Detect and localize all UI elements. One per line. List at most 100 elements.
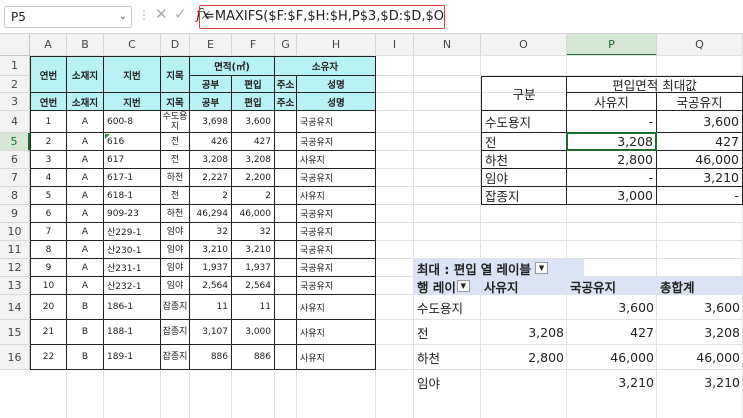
column-header-n[interactable]: N — [414, 34, 481, 56]
row-header-14[interactable]: 14 — [0, 295, 30, 320]
row-header-9[interactable]: 9 — [0, 205, 30, 223]
more-options-icon[interactable]: ⋮ — [138, 8, 150, 22]
table-cell[interactable]: 산231-1 — [104, 259, 161, 277]
name-box[interactable]: P5 ⌄ — [4, 6, 132, 28]
table-cell[interactable]: 국공유지 — [297, 259, 376, 277]
column-header-p[interactable]: P — [567, 34, 657, 56]
table-cell[interactable]: 617-1 — [104, 169, 161, 187]
table-cell[interactable]: B — [67, 295, 104, 320]
table-cell[interactable]: 사유지 — [297, 345, 376, 370]
table-cell[interactable]: 임야 — [161, 223, 190, 241]
column-header-i[interactable]: I — [376, 34, 414, 56]
table-cell[interactable]: 국공유지 — [297, 277, 376, 295]
cancel-icon[interactable]: ✕ — [155, 5, 168, 23]
table-cell[interactable]: 사유지 — [297, 295, 376, 320]
table-cell[interactable]: 4 — [30, 169, 67, 187]
table-cell[interactable]: 국공유지 — [297, 241, 376, 259]
summary-cell[interactable]: - — [567, 111, 657, 133]
row-header-10[interactable]: 10 — [0, 223, 30, 241]
row-header-11[interactable]: 11 — [0, 241, 30, 259]
row-header-12[interactable]: 12 — [0, 259, 30, 277]
table-cell[interactable] — [275, 169, 297, 187]
summary-cell[interactable]: 3,210 — [657, 169, 743, 187]
table-cell[interactable]: 32 — [232, 223, 275, 241]
chevron-down-icon[interactable]: ⌄ — [119, 7, 127, 27]
row-header-1[interactable]: 1 — [0, 56, 30, 76]
table-cell[interactable]: 2,200 — [232, 169, 275, 187]
table-cell[interactable]: 2 — [30, 133, 67, 151]
column-header-q[interactable]: Q — [657, 34, 743, 56]
column-header-e[interactable]: E — [190, 34, 232, 56]
table-cell[interactable]: B — [67, 320, 104, 345]
table-cell[interactable]: 600-8 — [104, 111, 161, 133]
table-cell[interactable]: 22 — [30, 345, 67, 370]
table-cell[interactable]: 6 — [30, 205, 67, 223]
table-cell[interactable] — [275, 241, 297, 259]
table-cell[interactable]: 국공유지 — [297, 223, 376, 241]
table-cell[interactable]: 3,210 — [232, 241, 275, 259]
table-cell[interactable]: 국공유지 — [297, 133, 376, 151]
table-cell[interactable]: 7 — [30, 223, 67, 241]
table-cell[interactable] — [275, 151, 297, 169]
table-cell[interactable]: 20 — [30, 295, 67, 320]
table-cell[interactable]: 618-1 — [104, 187, 161, 205]
row-header-5[interactable]: 5 — [0, 133, 30, 151]
summary-cell[interactable]: - — [567, 169, 657, 187]
table-cell[interactable]: 임야 — [161, 259, 190, 277]
table-cell[interactable] — [275, 223, 297, 241]
table-cell[interactable]: 잡종지 — [161, 320, 190, 345]
summary-cell[interactable]: 3,600 — [657, 111, 743, 133]
table-cell[interactable]: 하천 — [161, 169, 190, 187]
table-cell[interactable]: 하천 — [161, 205, 190, 223]
table-cell[interactable]: 186-1 — [104, 295, 161, 320]
table-cell[interactable]: 국공유지 — [297, 169, 376, 187]
table-cell[interactable]: 11 — [232, 295, 275, 320]
table-cell[interactable]: 사유지 — [297, 151, 376, 169]
table-cell[interactable]: 2,227 — [190, 169, 232, 187]
pivot-cell[interactable]: 427 — [567, 320, 657, 345]
table-cell[interactable]: 3,208 — [190, 151, 232, 169]
summary-cell[interactable]: 3,000 — [567, 187, 657, 205]
table-cell[interactable]: 616 — [104, 133, 161, 151]
table-cell[interactable]: 임야 — [161, 277, 190, 295]
column-header-f[interactable]: F — [232, 34, 275, 56]
row-header-7[interactable]: 7 — [0, 169, 30, 187]
table-cell[interactable]: 1,937 — [190, 259, 232, 277]
table-cell[interactable]: 3,210 — [190, 241, 232, 259]
table-cell[interactable]: A — [67, 111, 104, 133]
table-cell[interactable]: 3 — [30, 151, 67, 169]
table-cell[interactable]: A — [67, 169, 104, 187]
table-cell[interactable] — [275, 259, 297, 277]
table-cell[interactable]: 32 — [190, 223, 232, 241]
table-cell[interactable] — [275, 277, 297, 295]
table-cell[interactable]: 188-1 — [104, 320, 161, 345]
row-header-2[interactable]: 2 — [0, 76, 30, 93]
table-cell[interactable]: 617 — [104, 151, 161, 169]
table-cell[interactable]: 사유지 — [297, 187, 376, 205]
row-header-8[interactable]: 8 — [0, 187, 30, 205]
summary-cell[interactable]: 427 — [657, 133, 743, 151]
column-header-b[interactable]: B — [67, 34, 104, 56]
table-cell[interactable]: 886 — [190, 345, 232, 370]
pivot-cell[interactable]: 46,000 — [567, 345, 657, 370]
table-cell[interactable]: 2,564 — [190, 277, 232, 295]
column-header-c[interactable]: C — [104, 34, 161, 56]
table-cell[interactable]: 3,208 — [232, 151, 275, 169]
table-cell[interactable] — [275, 205, 297, 223]
table-cell[interactable]: 2 — [190, 187, 232, 205]
table-cell[interactable]: 산232-1 — [104, 277, 161, 295]
table-cell[interactable]: 3,000 — [232, 320, 275, 345]
table-cell[interactable] — [275, 295, 297, 320]
column-header-g[interactable]: G — [275, 34, 297, 56]
table-cell[interactable]: A — [67, 151, 104, 169]
table-cell[interactable]: 5 — [30, 187, 67, 205]
table-cell[interactable]: 9 — [30, 259, 67, 277]
pivot-cell[interactable]: 3,600 — [567, 295, 657, 320]
table-cell[interactable]: 수도용지 — [161, 111, 190, 133]
table-cell[interactable]: 3,698 — [190, 111, 232, 133]
table-cell[interactable]: 전 — [161, 133, 190, 151]
table-cell[interactable]: 사유지 — [297, 320, 376, 345]
table-cell[interactable]: A — [67, 187, 104, 205]
table-cell[interactable] — [275, 111, 297, 133]
summary-cell[interactable]: 46,000 — [657, 151, 743, 169]
